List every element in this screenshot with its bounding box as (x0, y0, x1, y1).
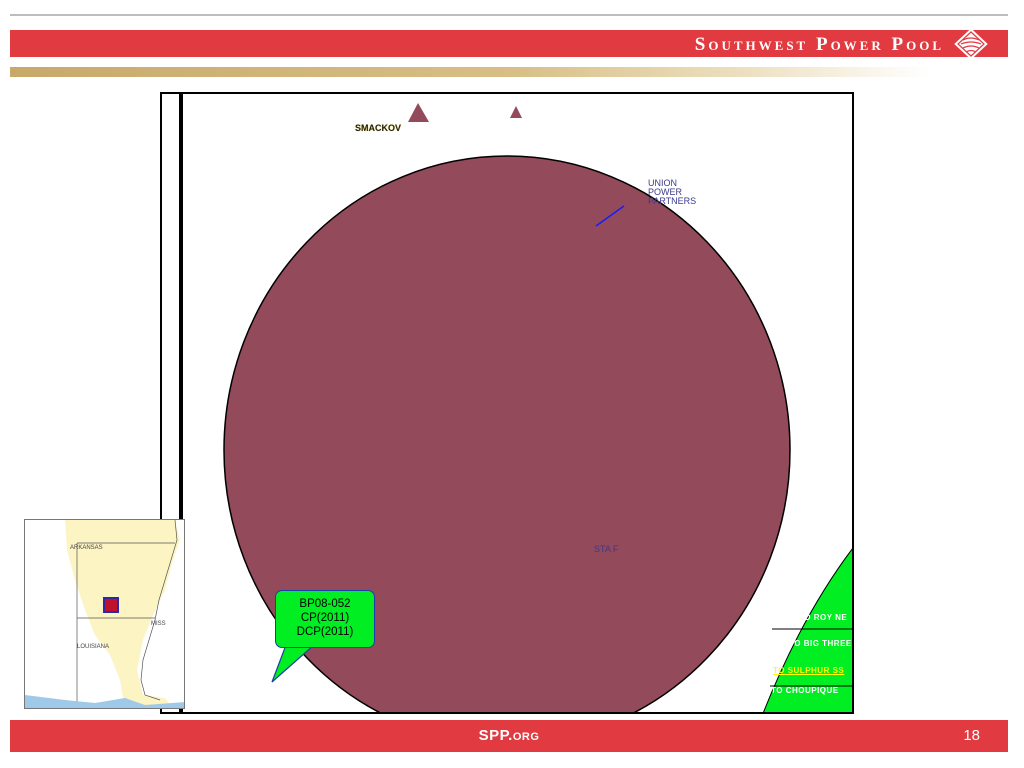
header-band: Southwest Power Pool (10, 28, 1008, 60)
left-white-strip (184, 294, 222, 712)
label-smackover: SMACKOV (355, 123, 402, 133)
label-union-power-partners: UNION POWER PARTNERS (648, 178, 697, 206)
label-to-big-three: TO BIG THREE (789, 639, 852, 648)
station-triangle-1 (408, 103, 429, 122)
label-to-roy: TO ROY NE (799, 613, 848, 622)
callout-tail (271, 644, 316, 683)
top-divider (10, 14, 1008, 16)
page-number: 18 (963, 727, 980, 744)
inset-label-arkansas: ARKANSAS (70, 545, 103, 551)
gold-accent-bar (10, 67, 930, 77)
label-to-choupique: TO CHOUPIQUE (771, 686, 839, 695)
footer-site-link[interactable]: SPP.org (10, 727, 1008, 744)
project-callout: BP08-052 CP(2011) DCP(2011) (275, 590, 375, 648)
footer-band: SPP.org 18 (10, 720, 1008, 752)
spp-diamond-logo-icon (954, 28, 988, 60)
label-to-sulphur: TO SULPHUR SS (773, 666, 845, 675)
transmission-map: SMACKOV UNION POWER PARTNERS STA F TO RO… (160, 92, 854, 714)
locator-inset-map: ARKANSAS MISS LOUISIANA (24, 519, 185, 709)
callout-line-2: CP(2011) (300, 612, 350, 624)
callout-line-1: BP08-052 (299, 598, 351, 610)
callout-line-3: DCP(2011) (296, 626, 354, 638)
label-sta-f: STA F (594, 544, 619, 554)
map-drawing (179, 94, 852, 712)
inset-location-marker (103, 597, 119, 613)
inset-label-louisiana: LOUISIANA (77, 644, 110, 650)
inset-map-drawing (25, 520, 184, 708)
header-title: Southwest Power Pool (694, 34, 944, 55)
station-triangle-2 (510, 106, 522, 118)
inset-label-mississippi: MISS (151, 621, 166, 627)
